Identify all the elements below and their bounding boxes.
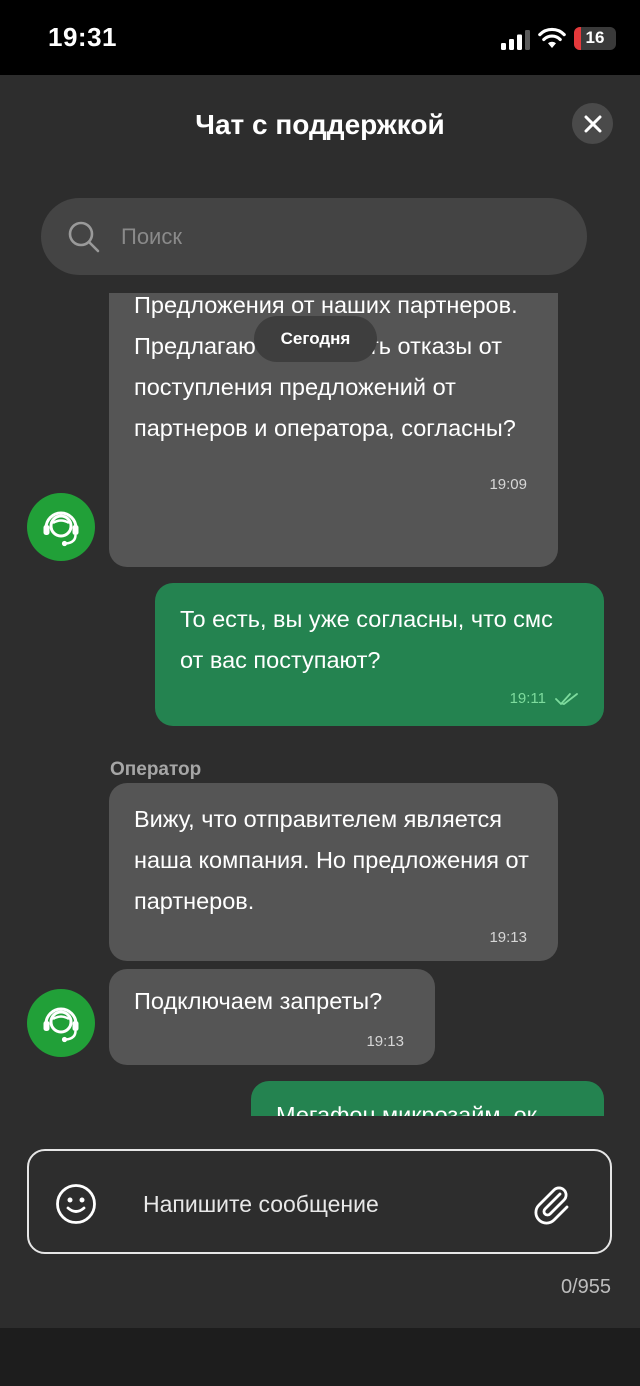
headset-icon (43, 511, 79, 547)
sender-name: Оператор (110, 759, 202, 780)
signal-icon (501, 30, 530, 50)
close-icon (584, 115, 601, 132)
message-time: 19:13 (366, 1033, 404, 1050)
message-text: Вижу, что отправителем является наша ком… (134, 806, 529, 914)
message-bubble-incoming: Вижу, что отправителем является наша ком… (109, 783, 558, 961)
message-time: 19:13 (489, 929, 527, 946)
bottom-bar (0, 1328, 640, 1386)
double-check-icon (555, 693, 578, 705)
wifi-icon (538, 27, 566, 48)
message-text: Мегафон микрозайм, ок (276, 1102, 537, 1116)
search-placeholder: Поиск (121, 224, 182, 249)
status-bar: 19:31 16 (0, 0, 640, 75)
close-button[interactable] (572, 103, 613, 144)
message-list[interactable]: Предложения от наших партнеров. Предлага… (0, 293, 640, 1116)
message-bubble-outgoing: Мегафон микрозайм, ок (251, 1081, 604, 1116)
date-separator: Сегодня (254, 316, 377, 362)
support-chat-screen: Чат с поддержкой Поиск Предложения от на… (0, 75, 640, 1328)
search-icon (68, 221, 100, 253)
paperclip-icon[interactable] (529, 1181, 573, 1225)
operator-avatar (27, 493, 95, 561)
status-time: 19:31 (48, 22, 117, 52)
page-title: Чат с поддержкой (195, 109, 445, 140)
search-input[interactable]: Поиск (41, 198, 587, 275)
message-placeholder: Напишите сообщение (143, 1191, 379, 1217)
headset-icon (43, 1007, 79, 1043)
message-bubble-outgoing: То есть, вы уже согласны, что смс от вас… (155, 583, 604, 726)
character-counter: 0/955 (560, 1276, 611, 1298)
message-input[interactable]: Напишите сообщение (27, 1149, 612, 1254)
operator-avatar (27, 989, 95, 1057)
message-bubble-incoming: Подключаем запреты? 19:13 (109, 969, 435, 1065)
battery-icon: 16 (574, 27, 616, 50)
message-time: 19:09 (489, 476, 527, 493)
message-text: Подключаем запреты? (134, 988, 383, 1014)
message-time: 19:11 (509, 690, 546, 707)
message-text: То есть, вы уже согласны, что смс от вас… (180, 606, 553, 673)
battery-level: 16 (585, 28, 605, 47)
emoji-icon[interactable] (55, 1183, 97, 1225)
